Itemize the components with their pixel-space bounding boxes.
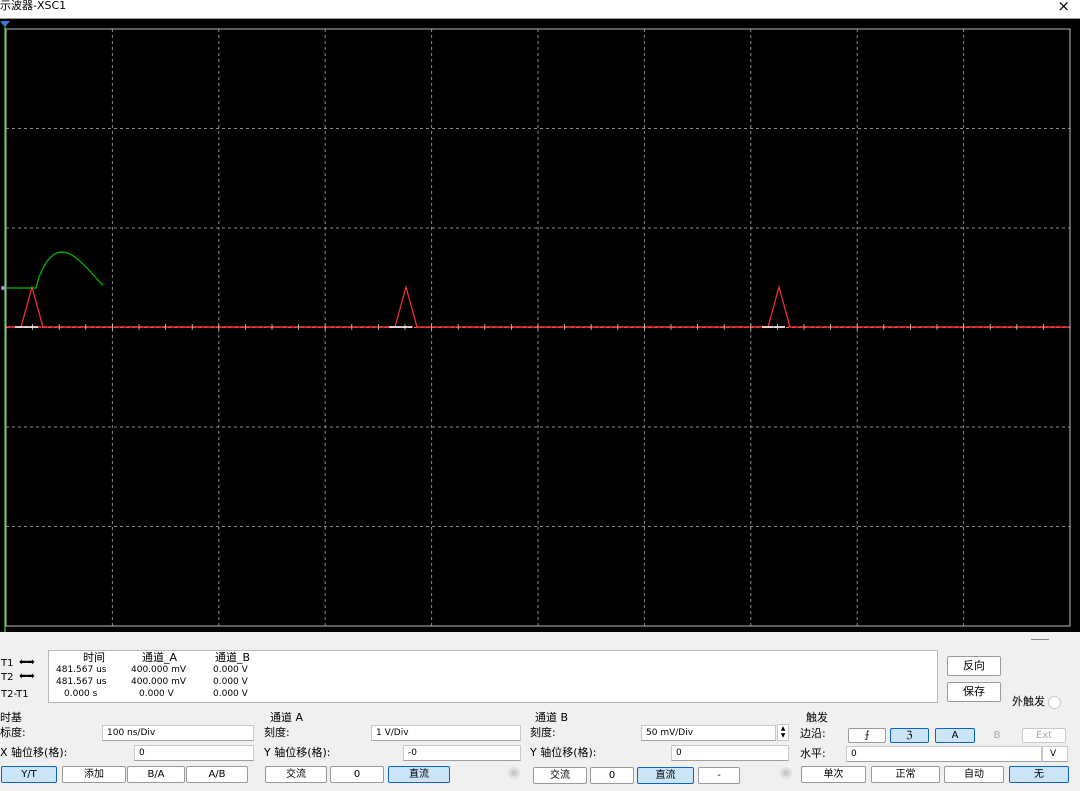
channel-a-ypos-label: Y 轴位移(格): bbox=[264, 746, 331, 759]
oscilloscope-display bbox=[0, 19, 1080, 633]
window-title: 示波器-XSC1 bbox=[0, 0, 67, 12]
ab-mode-button[interactable]: A/B bbox=[186, 766, 248, 783]
channel-b-tick-marks bbox=[5, 324, 1071, 330]
trigger-normal-button[interactable]: 正常 bbox=[871, 766, 940, 783]
channel-a-ac-button[interactable]: 交流 bbox=[265, 766, 327, 783]
trigger-none-button[interactable]: 无 bbox=[1009, 766, 1069, 783]
channel-a-settings-icon[interactable] bbox=[508, 767, 520, 779]
falling-edge-button[interactable]: ℨ bbox=[890, 728, 929, 743]
rising-edge-button[interactable]: ⨍ bbox=[848, 728, 886, 743]
channel-b-ac-button[interactable]: 交流 bbox=[533, 767, 587, 784]
oscilloscope-screen bbox=[0, 18, 1080, 633]
t1-channel-b: 0.000 V bbox=[213, 665, 248, 675]
channel-b-ypos-field[interactable]: 0 bbox=[671, 745, 789, 761]
column-header-time: 时间 bbox=[83, 651, 105, 664]
trigger-source-a-button[interactable]: A bbox=[935, 728, 975, 743]
measurement-table: 时间 通道_A 通道_B 481.567 us 400.000 mV 0.000… bbox=[48, 650, 938, 703]
diff-channel-b: 0.000 V bbox=[213, 689, 248, 699]
channel-b-minus-button[interactable]: - bbox=[698, 767, 740, 784]
cursor-t1-arrows-icon[interactable]: ⬅➡ bbox=[19, 657, 35, 668]
close-icon[interactable]: × bbox=[1057, 0, 1070, 14]
trigger-auto-button[interactable]: 自动 bbox=[944, 766, 1004, 783]
trigger-level-label: 水平: bbox=[800, 747, 826, 760]
external-trigger-radio[interactable] bbox=[1048, 696, 1061, 709]
channel-b-settings-icon[interactable] bbox=[780, 767, 792, 779]
cursor-diff-label: T2-T1 bbox=[1, 689, 29, 700]
save-button[interactable]: 保存 bbox=[947, 682, 1001, 702]
ba-mode-button[interactable]: B/A bbox=[127, 766, 185, 783]
t2-time: 481.567 us bbox=[56, 677, 107, 687]
trigger-level-unit[interactable]: V bbox=[1042, 746, 1068, 762]
title-bar: 示波器-XSC1 × bbox=[0, 0, 1080, 18]
channel-a-title: 通道 A bbox=[270, 711, 304, 724]
t2-channel-b: 0.000 V bbox=[213, 677, 248, 687]
cursor-t1-label: T1 bbox=[1, 658, 14, 669]
t2-channel-a: 400.000 mV bbox=[131, 677, 187, 687]
channel-a-zero-button[interactable]: 0 bbox=[330, 766, 384, 783]
trigger-single-button[interactable]: 单次 bbox=[801, 766, 866, 783]
diff-channel-a: 0.000 V bbox=[139, 689, 174, 699]
cursor-t2-label: T2 bbox=[1, 672, 14, 683]
channel-a-ypos-field[interactable]: -0 bbox=[403, 745, 521, 761]
t1-channel-a: 400.000 mV bbox=[131, 665, 187, 675]
trigger-title: 触发 bbox=[806, 711, 828, 724]
channel-b-scale-label: 刻度: bbox=[530, 726, 556, 739]
trigger-source-ext-button[interactable]: Ext bbox=[1022, 728, 1066, 743]
trigger-level-field[interactable]: 0 bbox=[846, 746, 1042, 762]
channel-b-zero-button[interactable]: 0 bbox=[590, 767, 634, 784]
channel-b-ypos-label: Y 轴位移(格): bbox=[530, 746, 597, 759]
diff-time: 0.000 s bbox=[64, 689, 98, 699]
channel-b-scale-field[interactable]: 50 mV/Div bbox=[641, 725, 776, 741]
add-mode-button[interactable]: 添加 bbox=[62, 766, 126, 783]
timebase-xpos-field[interactable]: 0 bbox=[134, 745, 254, 761]
column-header-channel-b: 通道_B bbox=[215, 651, 251, 664]
timebase-title: 时基 bbox=[0, 711, 22, 724]
cursor-t2-arrows-icon[interactable]: ⬅➡ bbox=[19, 671, 35, 682]
column-header-channel-a: 通道_A bbox=[142, 651, 178, 664]
t1-time: 481.567 us bbox=[56, 665, 107, 675]
trigger-edge-label: 边沿: bbox=[800, 727, 826, 740]
panel-resize-grip[interactable] bbox=[1031, 639, 1049, 640]
channel-b-scale-spinner-icon[interactable]: ▲ ▼ bbox=[777, 724, 789, 741]
channel-a-dc-button[interactable]: 直流 bbox=[388, 766, 450, 783]
channel-a-scale-label: 刻度: bbox=[264, 726, 290, 739]
channel-b-title: 通道 B bbox=[535, 711, 569, 724]
timebase-scale-field[interactable]: 100 ns/Div bbox=[102, 725, 254, 741]
channel-a-origin-marker bbox=[1, 286, 5, 290]
timebase-xpos-label: X 轴位移(格): bbox=[0, 746, 68, 759]
channel-b-dc-button[interactable]: 直流 bbox=[637, 767, 694, 784]
reverse-button[interactable]: 反向 bbox=[947, 656, 1001, 676]
yt-mode-button[interactable]: Y/T bbox=[1, 766, 57, 783]
external-trigger-label: 外触发 bbox=[1012, 695, 1045, 708]
timebase-scale-label: 标度: bbox=[0, 726, 26, 739]
channel-a-scale-field[interactable]: 1 V/Div bbox=[371, 725, 521, 741]
trigger-source-b-button[interactable]: B bbox=[978, 728, 1016, 743]
